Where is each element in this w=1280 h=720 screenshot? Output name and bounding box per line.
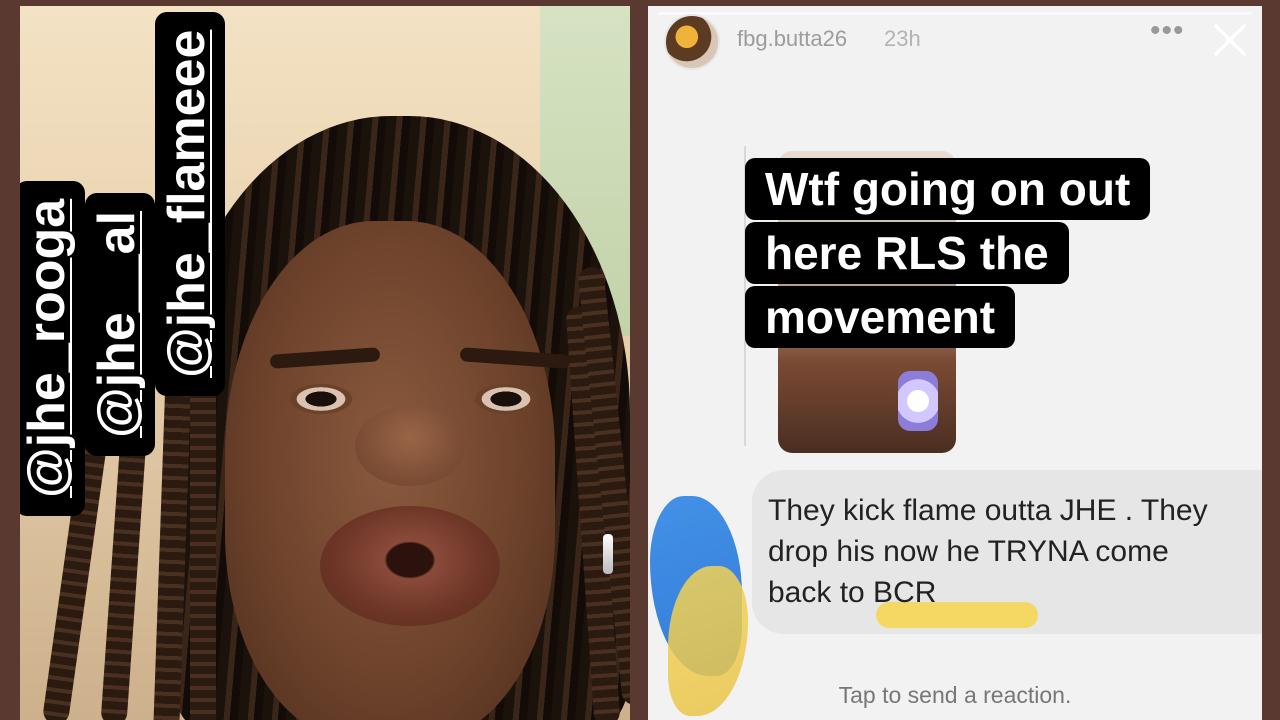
more-horizontal-icon[interactable]: ••• bbox=[1150, 16, 1190, 48]
instagram-story: fbg.butta26 23h ••• Wtf going on out her… bbox=[648, 6, 1262, 720]
close-icon[interactable] bbox=[1208, 18, 1252, 62]
caption-line: here RLS the bbox=[745, 222, 1069, 284]
story-caption: Wtf going on out here RLS the movement bbox=[745, 158, 1205, 350]
story-header: fbg.butta26 23h ••• bbox=[648, 6, 1262, 70]
left-story-screenshot: @jhe_rooga @jhe__al @jhe_flameee bbox=[20, 6, 630, 720]
caption-line: Wtf going on out bbox=[745, 158, 1151, 220]
eye bbox=[475, 384, 537, 414]
post-time: 23h bbox=[884, 26, 921, 51]
eye bbox=[290, 384, 352, 414]
reaction-prompt[interactable]: Tap to send a reaction. bbox=[648, 682, 1262, 709]
mention-tags: @jhe_rooga @jhe__al @jhe_flameee bbox=[20, 11, 225, 516]
mention-tag[interactable]: @jhe_flameee bbox=[155, 11, 225, 396]
avatar[interactable] bbox=[664, 14, 720, 70]
mention-tag[interactable]: @jhe_rooga bbox=[20, 180, 85, 516]
mouth bbox=[320, 506, 500, 626]
caption-line: movement bbox=[745, 286, 1016, 348]
chain-pendant bbox=[898, 371, 938, 431]
message-text: They kick flame outta JHE . They drop hi… bbox=[768, 494, 1208, 609]
username[interactable]: fbg.butta26 bbox=[737, 26, 847, 52]
nose bbox=[355, 406, 465, 486]
earring bbox=[603, 534, 613, 574]
mention-tag[interactable]: @jhe__al bbox=[85, 192, 155, 456]
